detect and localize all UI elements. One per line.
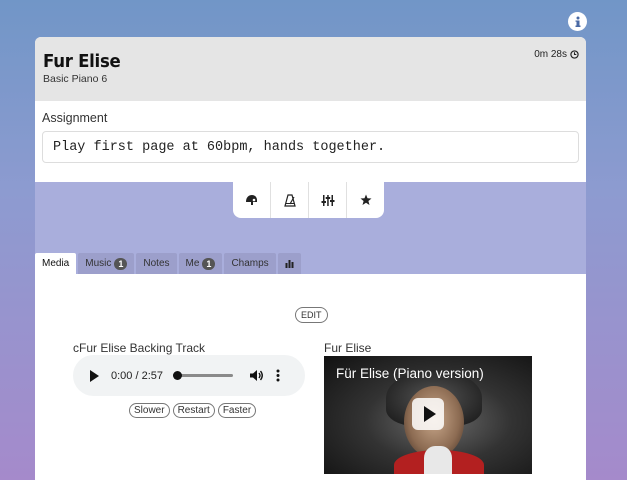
progress-thumb[interactable] bbox=[173, 371, 182, 380]
video-caption: Für Elise (Piano version) bbox=[336, 366, 484, 381]
slower-button[interactable]: Slower bbox=[129, 403, 170, 418]
portrait-shirt bbox=[424, 446, 452, 474]
play-icon[interactable] bbox=[90, 369, 99, 382]
tab-champs[interactable]: Champs bbox=[224, 253, 276, 274]
bar-chart-icon bbox=[285, 260, 294, 268]
sliders-icon bbox=[321, 194, 334, 206]
edit-button[interactable]: EDIT bbox=[295, 307, 328, 323]
timer-text: 0m 28s bbox=[534, 49, 567, 60]
audio-progress-bar[interactable] bbox=[173, 371, 233, 380]
video-title: Fur Elise bbox=[324, 341, 372, 355]
tool-band: Media Music 1 Notes Me 1 Champs bbox=[35, 182, 586, 274]
faster-button[interactable]: Faster bbox=[217, 403, 257, 418]
tab-stats[interactable] bbox=[277, 253, 301, 274]
toolbar bbox=[233, 182, 384, 218]
tab-me[interactable]: Me 1 bbox=[178, 253, 223, 274]
tab-music[interactable]: Music 1 bbox=[78, 253, 135, 274]
me-badge: 1 bbox=[202, 257, 216, 270]
audio-time: 0:00 / 2:57 bbox=[111, 369, 163, 382]
video-player[interactable]: Für Elise (Piano version) bbox=[324, 356, 532, 474]
tab-label: Champs bbox=[231, 258, 269, 269]
tab-label: Notes bbox=[143, 258, 170, 269]
audio-title: cFur Elise Backing Track bbox=[73, 341, 206, 355]
restart-button[interactable]: Restart bbox=[172, 403, 215, 418]
music-badge: 1 bbox=[114, 257, 128, 270]
helmet-button[interactable] bbox=[233, 182, 271, 218]
mixer-button[interactable] bbox=[309, 182, 347, 218]
assignment-text: Play first page at 60bpm, hands together… bbox=[42, 131, 579, 163]
lesson-subtitle: Basic Piano 6 bbox=[43, 73, 108, 85]
tab-label: Me bbox=[185, 258, 200, 269]
tab-label: Media bbox=[42, 258, 70, 269]
tab-label: Music bbox=[85, 258, 112, 269]
metronome-button[interactable] bbox=[271, 182, 309, 218]
lesson-timer: 0m 28s bbox=[534, 49, 579, 60]
lesson-header: Fur Elise Basic Piano 6 0m 28s bbox=[35, 37, 586, 101]
tab-bar: Media Music 1 Notes Me 1 Champs bbox=[35, 253, 301, 274]
tab-media[interactable]: Media bbox=[35, 253, 77, 274]
info-button[interactable] bbox=[568, 12, 587, 31]
playback-controls: Slower Restart Faster bbox=[129, 403, 257, 418]
clock-icon bbox=[570, 50, 579, 59]
assignment-section: Assignment Play first page at 60bpm, han… bbox=[35, 101, 586, 182]
tab-notes[interactable]: Notes bbox=[136, 253, 177, 274]
info-icon bbox=[575, 16, 580, 27]
star-icon bbox=[360, 194, 371, 205]
star-button[interactable] bbox=[347, 182, 384, 218]
metronome-icon bbox=[283, 193, 296, 207]
lesson-card: Fur Elise Basic Piano 6 0m 28s Assignmen… bbox=[35, 37, 586, 480]
volume-icon[interactable] bbox=[249, 369, 264, 382]
assignment-label: Assignment bbox=[42, 111, 108, 125]
audio-player: 0:00 / 2:57 bbox=[73, 355, 305, 396]
lesson-title: Fur Elise bbox=[43, 51, 121, 72]
more-options-icon[interactable] bbox=[276, 369, 280, 382]
video-play-icon[interactable] bbox=[412, 398, 444, 430]
helmet-icon bbox=[246, 195, 257, 205]
media-panel: EDIT cFur Elise Backing Track 0:00 / 2:5… bbox=[35, 274, 586, 474]
